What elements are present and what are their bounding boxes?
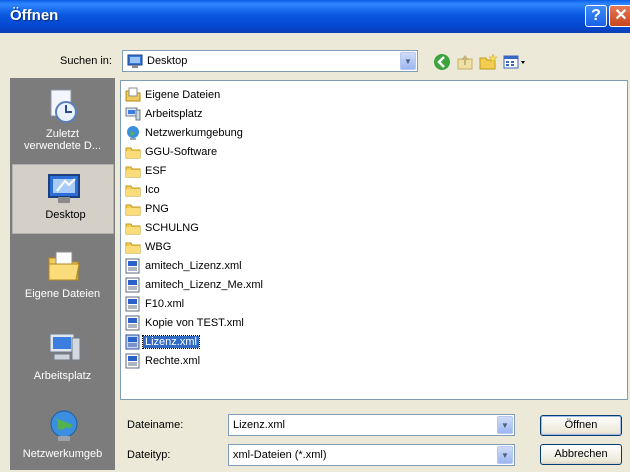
network-icon — [50, 410, 78, 441]
item-name: Kopie von TEST.xml — [145, 317, 244, 329]
place-recent[interactable]: Zuletzt verwendete D... — [10, 80, 115, 160]
my-documents-icon — [125, 87, 141, 102]
xml-file-icon — [125, 258, 140, 274]
folder-icon — [125, 185, 141, 197]
recent-documents-icon — [50, 89, 77, 123]
look-in-label: Suchen in: — [60, 55, 112, 67]
filetype-select[interactable]: xml-Dateien (*.xml) ▼ — [228, 444, 515, 466]
place-network[interactable]: Netzwerkumgeb — [10, 400, 115, 472]
item-name: amitech_Lizenz_Me.xml — [145, 279, 263, 291]
place-recent-label-2: verwendete D... — [23, 140, 102, 152]
item-name: Netzwerkumgebung — [145, 127, 243, 139]
title-bar[interactable]: Öffnen ? ✕ — [0, 0, 630, 33]
item-name: Eigene Dateien — [145, 89, 221, 101]
network-icon — [127, 126, 139, 140]
desktop-icon — [48, 174, 80, 203]
place-my-documents[interactable]: Eigene Dateien — [10, 240, 115, 312]
item-name: amitech_Lizenz.xml — [145, 260, 242, 272]
filename-input[interactable]: Lizenz.xml ▼ — [228, 414, 515, 436]
folder-icon — [125, 147, 141, 159]
open-button[interactable]: Öffnen — [540, 415, 622, 436]
desktop-icon — [127, 54, 143, 68]
place-desktop-label: Desktop — [45, 209, 86, 221]
filename-value: Lizenz.xml — [233, 419, 285, 431]
open-dialog: Öffnen ? ✕ Suchen in: Desktop ▼ Zuletzt … — [0, 0, 630, 472]
my-computer-icon — [125, 107, 141, 121]
item-name: SCHULNG — [145, 222, 199, 234]
place-my-computer[interactable]: Arbeitsplatz — [10, 322, 115, 394]
xml-file-icon — [125, 334, 140, 350]
xml-file-icon — [125, 277, 140, 293]
xml-file-icon — [125, 296, 140, 312]
folder-icon — [125, 204, 141, 216]
item-name: Arbeitsplatz — [145, 108, 203, 120]
chevron-down-icon[interactable]: ▼ — [400, 52, 416, 70]
back-icon[interactable] — [432, 53, 452, 71]
place-recent-label: Zuletzt — [45, 128, 79, 140]
chevron-down-icon[interactable]: ▼ — [497, 416, 513, 434]
filetype-label: Dateityp: — [127, 449, 171, 461]
folder-icon — [125, 223, 141, 235]
help-button[interactable]: ? — [585, 5, 607, 27]
up-folder-icon[interactable] — [455, 53, 475, 71]
place-network-label: Netzwerkumgeb — [22, 448, 103, 460]
item-name: Rechte.xml — [145, 355, 201, 367]
item-name: Ico — [145, 184, 160, 196]
chevron-down-icon[interactable]: ▼ — [497, 446, 513, 464]
place-desktop[interactable]: Desktop — [12, 164, 114, 234]
file-list[interactable]: Eigene Dateien Arbeitsplatz Netzwerkumge… — [120, 80, 628, 400]
cancel-button[interactable]: Abbrechen — [540, 444, 622, 465]
look-in-value: Desktop — [147, 55, 188, 67]
place-my-computer-label: Arbeitsplatz — [33, 370, 92, 382]
places-bar: Zuletzt verwendete D... Desktop Eigene D… — [10, 78, 115, 470]
item-name: PNG — [145, 203, 169, 215]
my-documents-icon — [48, 251, 80, 281]
window-title: Öffnen — [10, 7, 59, 24]
xml-file-icon — [125, 315, 140, 331]
item-name: ESF — [145, 165, 167, 177]
filename-label: Dateiname: — [127, 419, 184, 431]
folder-icon — [125, 166, 141, 178]
item-name: Lizenz.xml — [142, 335, 200, 349]
xml-file-icon — [125, 353, 140, 369]
item-name: WBG — [145, 241, 172, 253]
close-button[interactable]: ✕ — [609, 5, 630, 27]
new-folder-icon[interactable] — [478, 53, 498, 71]
item-name: GGU-Software — [145, 146, 218, 158]
views-menu-icon[interactable] — [502, 53, 528, 71]
place-my-documents-label: Eigene Dateien — [24, 288, 101, 300]
item-name: F10.xml — [145, 298, 185, 310]
my-computer-icon — [49, 333, 81, 361]
folder-icon — [125, 242, 141, 254]
filetype-value: xml-Dateien (*.xml) — [233, 449, 327, 461]
look-in-dropdown[interactable]: Desktop ▼ — [122, 50, 418, 72]
